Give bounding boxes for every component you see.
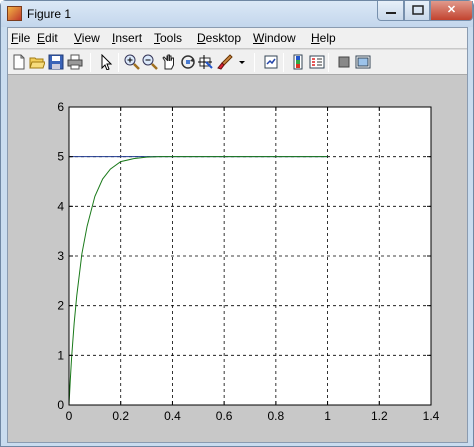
- y-tick-label: 6: [57, 100, 64, 114]
- figure-window: Figure 1 ✕ File Edit View Insert Tools Deskto…: [0, 0, 474, 447]
- minimize-button[interactable]: [377, 1, 404, 21]
- x-tick-label: 1.2: [371, 409, 388, 423]
- data-cursor-icon[interactable]: [198, 54, 214, 70]
- pan-hand-icon[interactable]: [161, 54, 177, 70]
- menu-bar: File Edit View Insert Tools Desktop Window Help: [8, 28, 467, 48]
- new-figure-icon[interactable]: [11, 54, 27, 70]
- toolbar-separator: [90, 53, 91, 72]
- edit-plot-arrow-icon[interactable]: [98, 54, 114, 70]
- plot-svg[interactable]: 0 0.2 0.4 0.6 0.8 1 1.2 1.4 0 1 2 3 4 5 6: [8, 76, 467, 442]
- toolbar-separator: [328, 53, 329, 72]
- y-tick-label: 5: [57, 150, 64, 164]
- x-tick-label: 1.4: [423, 409, 440, 423]
- toolbar-separator: [283, 53, 284, 72]
- window-title: Figure 1: [27, 7, 72, 21]
- close-icon: ✕: [446, 4, 457, 16]
- x-tick-label: 0.8: [268, 409, 285, 423]
- hide-plot-tools-icon[interactable]: [336, 54, 352, 70]
- figure-client-area: File Edit View Insert Tools Desktop Window Help…: [7, 27, 468, 443]
- link-plot-icon[interactable]: [263, 54, 279, 70]
- figure-toolbar: [8, 49, 467, 75]
- brush-icon[interactable]: [217, 54, 233, 70]
- x-tick-label: 0.6: [216, 409, 233, 423]
- insert-colorbar-icon[interactable]: [290, 54, 306, 70]
- menu-view[interactable]: View: [74, 31, 100, 45]
- menu-edit[interactable]: Edit: [37, 31, 58, 45]
- maximize-icon: [412, 5, 424, 15]
- figure-canvas[interactable]: 0 0.2 0.4 0.6 0.8 1 1.2 1.4 0 1 2 3 4 5 6: [8, 76, 467, 442]
- zoom-in-icon[interactable]: [124, 54, 140, 70]
- show-plot-tools-icon[interactable]: [355, 54, 371, 70]
- rotate-3d-icon[interactable]: [180, 54, 196, 70]
- maximize-button[interactable]: [404, 1, 430, 21]
- zoom-out-icon[interactable]: [142, 54, 158, 70]
- print-icon[interactable]: [67, 54, 83, 70]
- x-tick-label: 0.2: [112, 409, 129, 423]
- save-icon[interactable]: [48, 54, 64, 70]
- x-tick-label: 0: [66, 409, 73, 423]
- x-tick-label: 1: [324, 409, 331, 423]
- menu-tools[interactable]: Tools: [154, 31, 182, 45]
- menu-window[interactable]: Window: [253, 31, 296, 45]
- toolbar-separator: [254, 53, 255, 72]
- menu-desktop[interactable]: Desktop: [197, 31, 241, 45]
- menu-help[interactable]: Help: [311, 31, 336, 45]
- y-tick-label: 2: [57, 299, 64, 313]
- x-tick-label: 0.4: [164, 409, 181, 423]
- menu-file[interactable]: File: [11, 31, 30, 45]
- matlab-app-icon: [7, 6, 22, 21]
- menu-insert[interactable]: Insert: [112, 31, 142, 45]
- insert-legend-icon[interactable]: [309, 54, 325, 70]
- y-tick-label: 0: [57, 398, 64, 412]
- y-tick-label: 1: [57, 348, 64, 362]
- title-bar[interactable]: Figure 1 ✕: [1, 1, 473, 27]
- y-tick-label: 3: [57, 249, 64, 263]
- minimize-icon: [386, 12, 396, 14]
- open-file-icon[interactable]: [29, 54, 45, 70]
- toolbar-separator: [118, 53, 119, 72]
- y-tick-label: 4: [57, 199, 64, 213]
- close-button[interactable]: ✕: [430, 1, 473, 21]
- brush-dropdown-icon[interactable]: [234, 54, 250, 70]
